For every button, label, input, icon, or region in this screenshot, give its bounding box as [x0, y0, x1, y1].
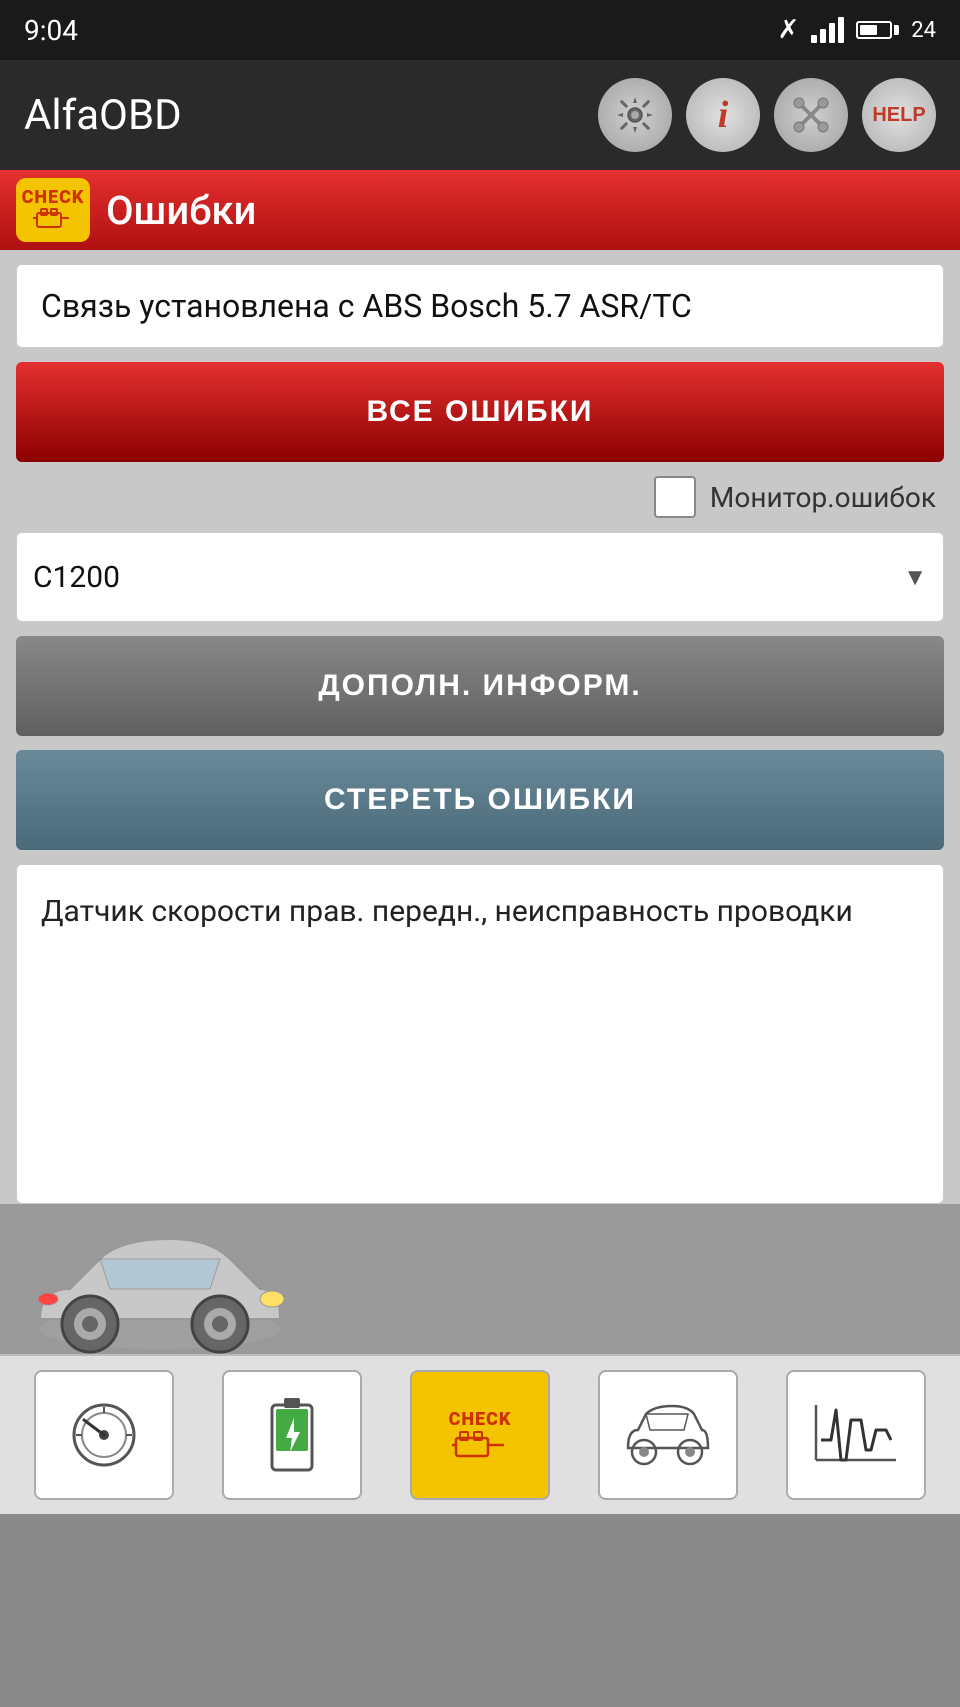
connection-text: Связь установлена с ABS Bosch 5.7 ASR/TC — [41, 287, 692, 325]
toolbar-buttons: i HELP — [598, 78, 936, 152]
status-bar: 9:04 ✗ 24 — [0, 0, 960, 60]
bottom-area: CHECK — [0, 1204, 960, 1514]
status-icons: ✗ 24 — [777, 15, 936, 45]
settings-button[interactable] — [598, 78, 672, 152]
nav-check-label: CHECK — [449, 1409, 512, 1430]
error-code-dropdown[interactable]: С1200 ▼ — [16, 532, 944, 622]
nav-chart-button[interactable] — [786, 1370, 926, 1500]
battery-nav-icon — [262, 1390, 322, 1480]
car-image — [0, 1204, 320, 1359]
tools-button[interactable] — [774, 78, 848, 152]
section-header: CHECK Ошибки — [0, 170, 960, 250]
nav-engine-icon — [452, 1430, 508, 1462]
nav-check-button[interactable]: CHECK — [410, 1370, 550, 1500]
status-time: 9:04 — [24, 14, 78, 47]
chart-icon — [811, 1400, 901, 1470]
section-title: Ошибки — [106, 187, 256, 234]
check-badge-label: CHECK — [22, 189, 85, 207]
monitor-label: Монитор.ошибок — [710, 481, 936, 514]
nav-battery-button[interactable] — [222, 1370, 362, 1500]
info-button[interactable]: i — [686, 78, 760, 152]
content-area: Связь установлена с ABS Bosch 5.7 ASR/TC… — [0, 250, 960, 1204]
info-icon: i — [718, 93, 729, 137]
tools-icon — [789, 93, 833, 137]
description-box: Датчик скорости прав. передн., неисправн… — [16, 864, 944, 1204]
monitor-checkbox[interactable] — [654, 476, 696, 518]
description-text: Датчик скорости прав. передн., неисправн… — [41, 894, 853, 929]
additional-info-button[interactable]: ДОПОЛН. ИНФОРМ. — [16, 636, 944, 736]
nav-gauge-button[interactable] — [34, 1370, 174, 1500]
battery-level: 24 — [911, 18, 936, 43]
battery-icon — [856, 21, 899, 39]
all-errors-button[interactable]: ВСЕ ОШИБКИ — [16, 362, 944, 462]
bluetooth-icon: ✗ — [777, 15, 799, 45]
monitor-row: Монитор.ошибок — [16, 476, 944, 518]
help-icon: HELP — [872, 104, 925, 127]
chevron-down-icon: ▼ — [903, 563, 927, 592]
nav-car-button[interactable] — [598, 1370, 738, 1500]
dropdown-value: С1200 — [33, 560, 903, 595]
connection-info: Связь установлена с ABS Bosch 5.7 ASR/TC — [16, 264, 944, 348]
check-badge: CHECK — [16, 178, 90, 242]
car-silhouette — [10, 1219, 310, 1359]
gauge-icon — [64, 1395, 144, 1475]
car-nav-icon — [618, 1400, 718, 1470]
clear-errors-button[interactable]: СТЕРЕТЬ ОШИБКИ — [16, 750, 944, 850]
signal-icon — [811, 17, 844, 43]
engine-icon — [33, 207, 73, 231]
bottom-nav: CHECK — [0, 1354, 960, 1514]
app-title: AlfaOBD — [24, 91, 182, 140]
help-button[interactable]: HELP — [862, 78, 936, 152]
toolbar: AlfaOBD i — [0, 60, 960, 170]
